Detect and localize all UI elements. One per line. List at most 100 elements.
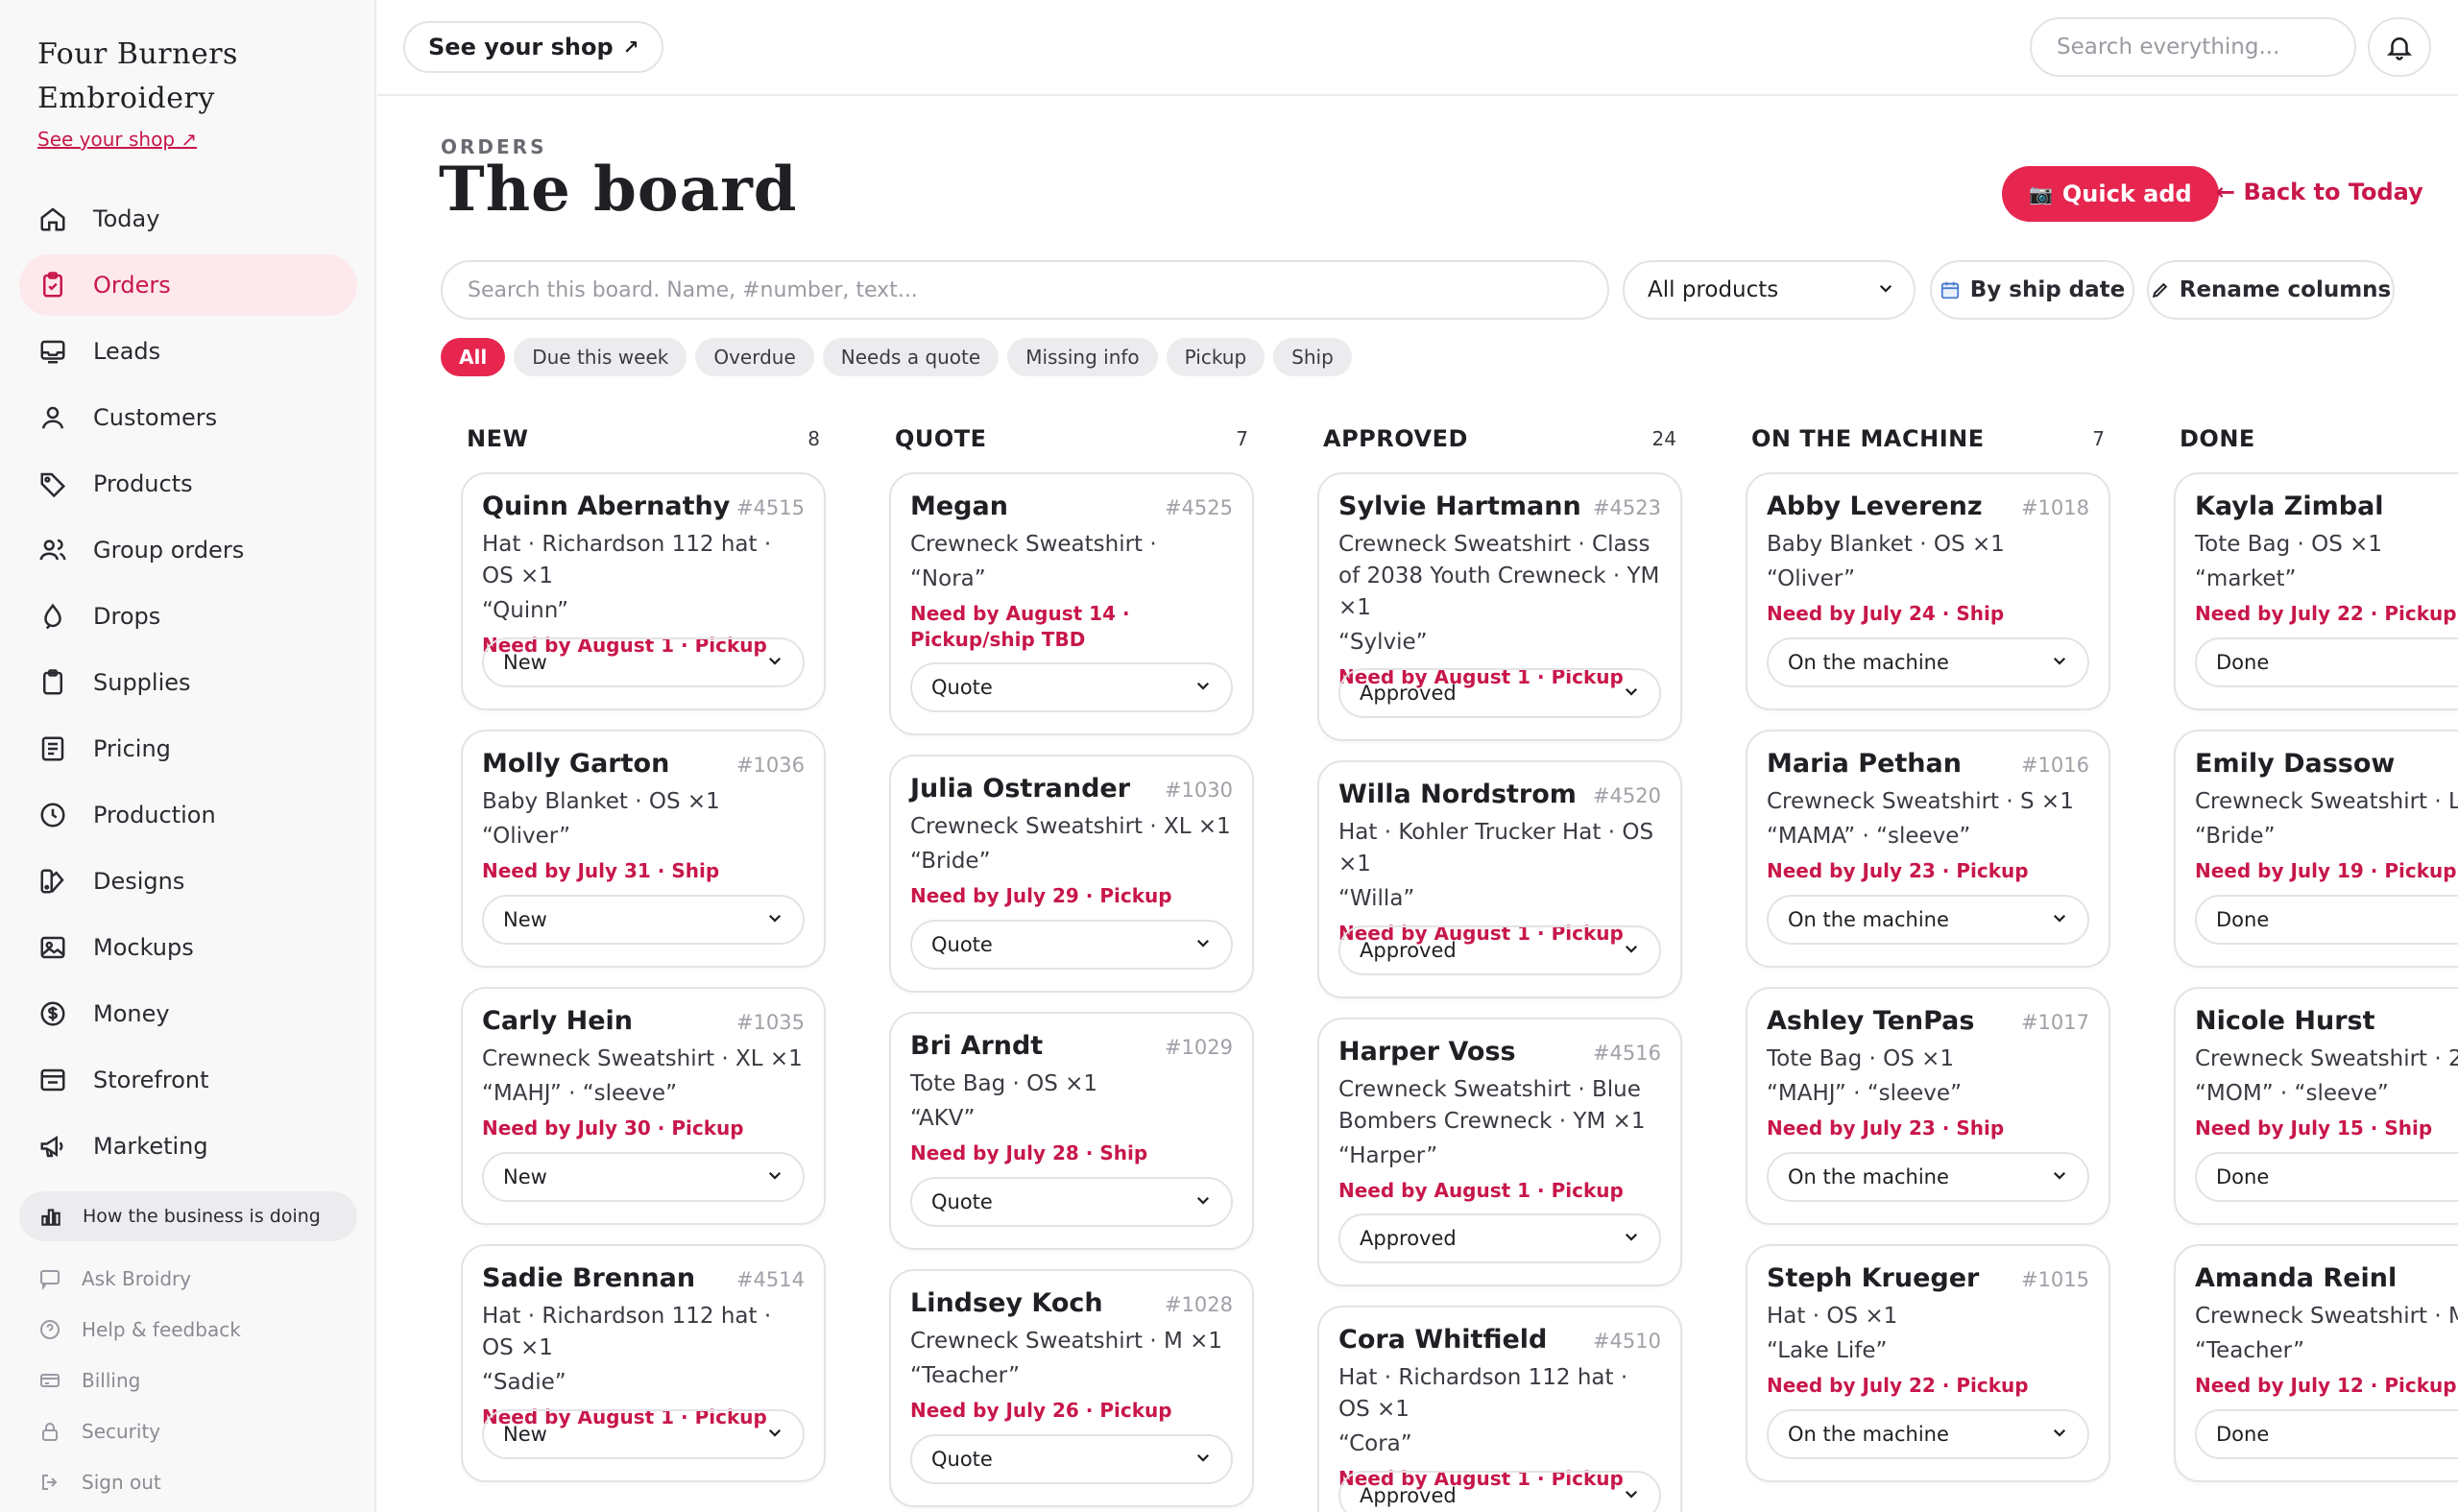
by-ship-date-button[interactable]: By ship date: [1930, 260, 2134, 320]
order-card[interactable]: Julia Ostrander #1030 Crewneck Sweatshirt…: [889, 755, 1254, 993]
footer-item-ask[interactable]: Ask Broidry: [38, 1253, 346, 1304]
chevron-down-icon: [2051, 908, 2068, 931]
order-card[interactable]: Ashley TenPas #1017 Tote Bag · OS ×1 “MAH…: [1746, 987, 2110, 1225]
sidebar-item-today[interactable]: Today: [19, 188, 357, 250]
by-ship-date-label: By ship date: [1969, 277, 2126, 302]
order-card[interactable]: Cora Whitfield #4510 Hat · Richardson 112…: [1317, 1306, 1682, 1512]
order-card[interactable]: Steph Krueger #1015 Hat · OS ×1 “Lake Lif…: [1746, 1244, 2110, 1482]
notifications-button[interactable]: [2368, 17, 2431, 77]
order-card[interactable]: Lindsey Koch #1028 Crewneck Sweatshirt · …: [889, 1269, 1254, 1507]
status-select[interactable]: Done: [2195, 895, 2458, 945]
order-card[interactable]: Kayla Zimbal Tote Bag · OS ×1 “market” N…: [2174, 472, 2458, 710]
footer-item-billing[interactable]: Billing: [38, 1355, 346, 1405]
order-description: Tote Bag · OS ×1: [1767, 1046, 1955, 1071]
order-text: “Cora”: [1338, 1431, 1412, 1456]
footer-item-security[interactable]: Security: [38, 1405, 346, 1456]
customer-name: Sylvie Hartmann: [1338, 492, 1581, 521]
status-select[interactable]: New: [482, 1152, 805, 1202]
kanban-board: NEW 8 Quinn Abernathy #4515 Hat · Richard…: [461, 415, 2458, 1512]
order-description: Hat · Richardson 112 hat · OS ×1: [482, 532, 772, 588]
filter-chip-needs-quote[interactable]: Needs a quote: [822, 338, 1000, 376]
filter-chip-overdue[interactable]: Overdue: [695, 338, 814, 376]
filter-chip-due-this-week[interactable]: Due this week: [514, 338, 687, 376]
order-text: “Harper”: [1338, 1143, 1438, 1168]
sidebar-item-orders[interactable]: Orders: [19, 254, 357, 316]
status-select[interactable]: Done: [2195, 1409, 2458, 1459]
order-card[interactable]: Nicole Hurst Crewneck Sweatshirt · 2X “M…: [2174, 987, 2458, 1225]
sidebar-item-money[interactable]: Money: [19, 983, 357, 1044]
status-select[interactable]: New: [482, 637, 805, 687]
status-select[interactable]: Approved: [1338, 1471, 1661, 1512]
order-card[interactable]: Abby Leverenz #1018 Baby Blanket · OS ×1 …: [1746, 472, 2110, 710]
status-select[interactable]: On the machine: [1767, 1409, 2089, 1459]
image-icon: [38, 933, 67, 962]
status-select[interactable]: Approved: [1338, 668, 1661, 718]
board-search-input[interactable]: Search this board. Name, #number, text..…: [441, 260, 1609, 320]
order-card[interactable]: Harper Voss #4516 Crewneck Sweatshirt · B…: [1317, 1018, 1682, 1286]
quick-add-button[interactable]: 📷 Quick add: [2002, 166, 2219, 222]
order-card[interactable]: Megan #4525 Crewneck Sweatshirt · “Nora” …: [889, 472, 1254, 735]
sidebar-item-group-orders[interactable]: Group orders: [19, 519, 357, 581]
order-card[interactable]: Quinn Abernathy #4515 Hat · Richardson 11…: [461, 472, 826, 710]
order-card[interactable]: Emily Dassow Crewneck Sweatshirt · L × “…: [2174, 730, 2458, 968]
order-card[interactable]: Amanda Reinl Crewneck Sweatshirt · M × “…: [2174, 1244, 2458, 1482]
status-select[interactable]: Quote: [910, 1434, 1233, 1484]
filter-chip-pickup[interactable]: Pickup: [1166, 338, 1265, 376]
order-card[interactable]: Molly Garton #1036 Baby Blanket · OS ×1 “…: [461, 730, 826, 968]
status-select[interactable]: On the machine: [1767, 895, 2089, 945]
sidebar-item-customers[interactable]: Customers: [19, 387, 357, 448]
status-select[interactable]: Done: [2195, 1152, 2458, 1202]
footer-item-help[interactable]: Help & feedback: [38, 1304, 346, 1355]
sidebar-item-production[interactable]: Production: [19, 784, 357, 846]
sidebar-item-pricing[interactable]: Pricing: [19, 718, 357, 780]
global-search-input[interactable]: Search everything...: [2030, 17, 2356, 77]
sidebar-item-marketing[interactable]: Marketing: [19, 1116, 357, 1177]
products-select[interactable]: All products: [1623, 260, 1916, 320]
order-card[interactable]: Carly Hein #1035 Crewneck Sweatshirt · XL…: [461, 987, 826, 1225]
sidebar-item-drops[interactable]: Drops: [19, 586, 357, 647]
status-select[interactable]: Quote: [910, 1177, 1233, 1227]
see-shop-button[interactable]: See your shop ↗: [403, 21, 664, 73]
chevron-down-icon: [766, 1165, 783, 1188]
status-select[interactable]: Done: [2195, 637, 2458, 687]
status-select[interactable]: On the machine: [1767, 1152, 2089, 1202]
order-text: “Teacher”: [2195, 1338, 2305, 1363]
status-value: Done: [2216, 1423, 2270, 1446]
sidebar-item-leads[interactable]: Leads: [19, 321, 357, 382]
rename-columns-button[interactable]: Rename columns: [2147, 260, 2395, 320]
sidebar-item-designs[interactable]: Designs: [19, 851, 357, 912]
status-value: Approved: [1360, 1227, 1457, 1250]
back-to-today-link[interactable]: ← Back to Today: [2216, 179, 2423, 205]
sidebar-item-mockups[interactable]: Mockups: [19, 917, 357, 978]
order-text: “MOM” · “sleeve”: [2195, 1081, 2389, 1106]
status-select[interactable]: On the machine: [1767, 637, 2089, 687]
filter-chip-all[interactable]: All: [441, 338, 506, 376]
order-number: #4525: [1164, 496, 1233, 519]
order-text: “Quinn”: [482, 598, 568, 623]
status-select[interactable]: Approved: [1338, 1213, 1661, 1263]
filter-chip-ship[interactable]: Ship: [1273, 338, 1352, 376]
order-card[interactable]: Sylvie Hartmann #4523 Crewneck Sweatshirt…: [1317, 472, 1682, 741]
sidebar-item-storefront[interactable]: Storefront: [19, 1049, 357, 1111]
order-text: “MAHJ” · “sleeve”: [1767, 1081, 1962, 1106]
filter-chip-missing-info[interactable]: Missing info: [1007, 338, 1158, 376]
order-card[interactable]: Maria Pethan #1016 Crewneck Sweatshirt · …: [1746, 730, 2110, 968]
order-description: Crewneck Sweatshirt · S ×1: [1767, 789, 2074, 814]
sidebar-shop-link[interactable]: See your shop ↗: [37, 128, 197, 151]
column-header: APPROVED 24: [1317, 415, 1682, 463]
status-select[interactable]: New: [482, 895, 805, 945]
status-select[interactable]: Quote: [910, 662, 1233, 712]
status-select[interactable]: Approved: [1338, 925, 1661, 975]
status-select[interactable]: New: [482, 1409, 805, 1459]
business-overview-button[interactable]: How the business is doing: [19, 1191, 357, 1241]
footer-item-sign-out[interactable]: Sign out: [38, 1456, 346, 1507]
sidebar-item-supplies[interactable]: Supplies: [19, 652, 357, 713]
sidebar-item-products[interactable]: Products: [19, 453, 357, 515]
order-card[interactable]: Willa Nordstrom #4520 Hat · Kohler Trucke…: [1317, 760, 1682, 998]
order-card[interactable]: Sadie Brennan #4514 Hat · Richardson 112 …: [461, 1244, 826, 1482]
megaphone-icon: [38, 1132, 67, 1161]
status-select[interactable]: Quote: [910, 920, 1233, 970]
order-number: #4510: [1592, 1330, 1661, 1353]
customer-name: Maria Pethan: [1767, 749, 1962, 779]
order-card[interactable]: Bri Arndt #1029 Tote Bag · OS ×1 “AKV” Ne…: [889, 1012, 1254, 1250]
